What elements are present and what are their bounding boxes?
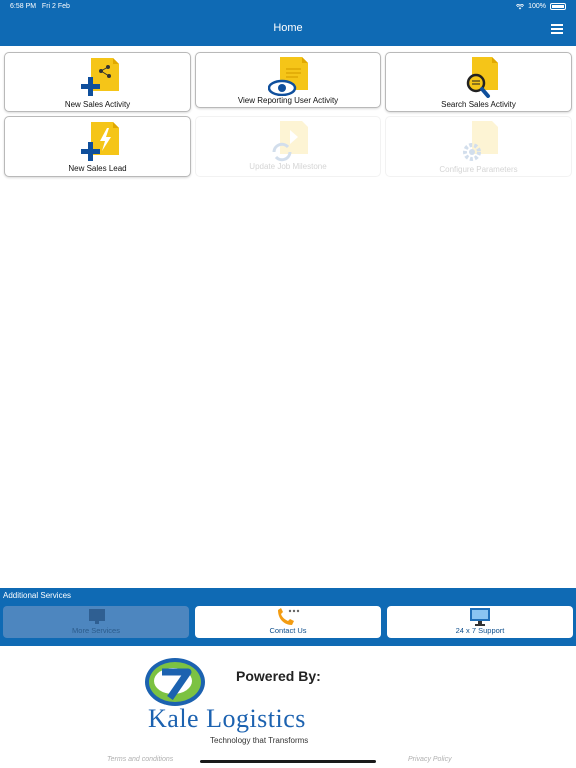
status-time: 6:58 PM: [10, 3, 37, 10]
svc-label: 24 x 7 Support: [455, 626, 505, 635]
wifi-icon: [516, 3, 525, 9]
configure-parameters-icon: [463, 121, 498, 161]
page-title: Home: [273, 22, 303, 34]
status-indicators: 100%: [516, 3, 566, 10]
tile-new-sales-activity[interactable]: New Sales Activity: [4, 52, 191, 112]
tile-new-sales-lead[interactable]: New Sales Lead: [4, 116, 191, 177]
brand-tagline: Technology that Transforms: [210, 736, 309, 745]
svc-label: More Services: [72, 626, 120, 635]
battery-icon: [550, 3, 566, 10]
home-indicator[interactable]: [200, 760, 376, 763]
powered-by-text: Powered By:: [236, 668, 321, 684]
update-milestone-icon: [272, 121, 308, 162]
kale-logistics-logo-icon: [145, 658, 205, 706]
footer: Powered By: Kale Logistics Technology th…: [0, 646, 576, 768]
hamburger-menu-icon[interactable]: [551, 24, 563, 34]
search-sales-icon: [466, 57, 498, 98]
battery-percent: 100%: [528, 3, 546, 10]
additional-services-panel: Additional Services More Services Contac…: [0, 588, 576, 646]
tile-label: Configure Parameters: [439, 165, 518, 174]
terms-link[interactable]: Terms and conditions: [107, 756, 173, 763]
tile-search-sales-activity[interactable]: Search Sales Activity: [385, 52, 572, 112]
new-sales-activity-icon: [81, 58, 119, 96]
phone-icon: [278, 608, 300, 625]
status-time-date: 6:58 PM Fri 2 Feb: [10, 3, 70, 10]
more-services-button: More Services: [3, 606, 189, 638]
status-bar: 6:58 PM Fri 2 Feb 100%: [0, 0, 576, 14]
tile-view-reporting-user-activity[interactable]: View Reporting User Activity: [195, 52, 381, 108]
app-header: 6:58 PM Fri 2 Feb 100% Home: [0, 0, 576, 46]
view-reporting-icon: [268, 57, 308, 96]
tile-update-job-milestone: Update Job Milestone: [195, 116, 381, 177]
tile-label: Search Sales Activity: [441, 100, 516, 109]
contact-us-button[interactable]: Contact Us: [195, 606, 381, 638]
svc-label: Contact Us: [269, 626, 307, 635]
support-button[interactable]: 24 x 7 Support: [387, 606, 573, 638]
tile-label: New Sales Activity: [64, 100, 131, 109]
tile-label: New Sales Lead: [68, 164, 127, 173]
new-sales-lead-icon: [81, 122, 119, 161]
monitor-support-icon: [470, 608, 490, 626]
tile-label: Update Job Milestone: [249, 162, 327, 171]
status-date: Fri 2 Feb: [41, 3, 70, 10]
additional-services-title: Additional Services: [3, 591, 72, 600]
privacy-link[interactable]: Privacy Policy: [408, 756, 452, 763]
more-services-icon: [89, 609, 105, 624]
brand-name: Kale Logistics: [148, 704, 306, 733]
tile-label: View Reporting User Activity: [237, 96, 339, 105]
tile-configure-parameters: Configure Parameters: [385, 116, 572, 177]
